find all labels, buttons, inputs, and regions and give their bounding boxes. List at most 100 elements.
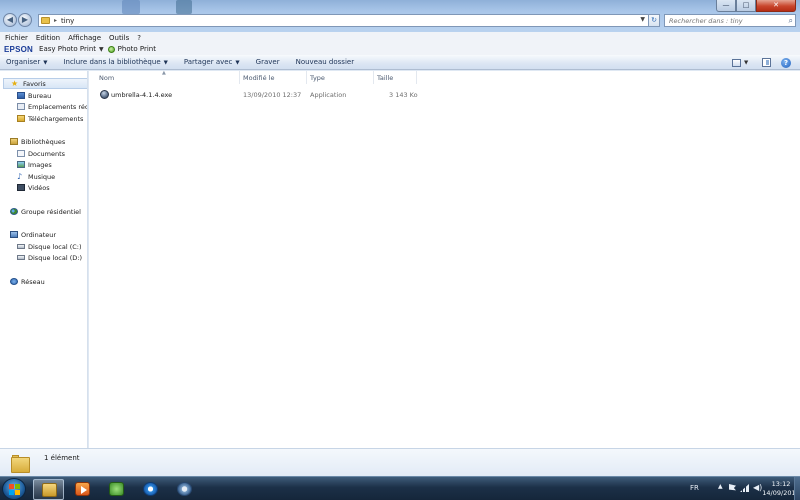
hard-drive-icon — [17, 244, 25, 249]
file-name: umbrella-4.1.4.exe — [111, 91, 173, 99]
nav-item-drive-c[interactable]: Disque local (C:) — [17, 241, 82, 252]
menu-view[interactable]: Affichage — [68, 34, 101, 42]
help-button[interactable]: ? — [781, 57, 791, 68]
nav-item-videos[interactable]: Vidéos — [17, 182, 50, 193]
view-icon — [732, 58, 741, 67]
nav-label: Vidéos — [28, 183, 50, 192]
minimize-button[interactable]: — — [716, 0, 736, 12]
column-header-modified[interactable]: Modifié le — [243, 74, 274, 83]
arrow-left-icon: ◀ — [6, 15, 14, 24]
menu-help[interactable]: ? — [137, 34, 141, 42]
nav-item-music[interactable]: ♪ Musique — [17, 171, 55, 182]
videos-icon — [17, 184, 25, 191]
new-folder-button[interactable]: Nouveau dossier — [296, 58, 355, 66]
details-pane: 1 élément — [0, 448, 800, 476]
nav-item-recent-places[interactable]: Emplacements récents — [17, 101, 87, 112]
navigation-pane[interactable]: ★ Favoris Bureau Emplacements récents Té… — [0, 71, 88, 448]
taskbar-app-button[interactable] — [169, 479, 200, 500]
images-icon — [17, 161, 25, 168]
taskbar-network-app-button[interactable] — [101, 479, 132, 500]
table-row[interactable]: umbrella-4.1.4.exe 13/09/2010 12:37 Appl… — [89, 90, 800, 100]
column-header-row: ▲ Nom Modifié le Type Taille — [89, 70, 800, 84]
nav-computer[interactable]: Ordinateur — [10, 229, 56, 240]
search-input[interactable] — [669, 16, 781, 25]
close-button[interactable]: ✕ — [756, 0, 796, 12]
photo-print-icon — [107, 45, 115, 53]
search-box[interactable]: ⌕ — [664, 14, 796, 27]
menu-file[interactable]: Fichier — [5, 34, 28, 42]
nav-label: Disque local (C:) — [28, 242, 82, 251]
media-player-icon — [75, 482, 90, 496]
system-tray: FR ▲ ◀) 13:12 14/09/2010 — [670, 477, 800, 500]
nav-homegroup[interactable]: Groupe résidentiel — [10, 206, 81, 217]
column-header-name[interactable]: Nom — [99, 74, 114, 83]
nav-item-desktop[interactable]: Bureau — [17, 90, 51, 101]
nav-item-images[interactable]: Images — [17, 159, 52, 170]
nav-label: Groupe résidentiel — [21, 207, 81, 216]
burn-button[interactable]: Graver — [256, 58, 280, 66]
chevron-down-icon: ▼ — [163, 60, 168, 66]
music-note-icon: ♪ — [17, 172, 23, 181]
organize-button[interactable]: Organiser ▼ — [6, 58, 47, 66]
nav-label: Ordinateur — [21, 230, 57, 239]
preview-pane-button[interactable] — [762, 57, 771, 68]
network-status-icon[interactable] — [740, 484, 749, 492]
background-window-ghost — [122, 0, 140, 14]
star-icon: ★ — [11, 79, 19, 88]
column-divider[interactable] — [373, 71, 374, 84]
file-size: 3 143 Ko — [389, 91, 418, 99]
network-icon — [10, 278, 18, 285]
nav-item-downloads[interactable]: Téléchargements — [17, 113, 83, 124]
forward-button[interactable]: ▶ — [18, 13, 32, 27]
show-desktop-button[interactable] — [794, 477, 800, 500]
include-library-button[interactable]: Inclure dans la bibliothèque ▼ — [63, 58, 167, 66]
menu-tools[interactable]: Outils — [109, 34, 129, 42]
folder-icon — [41, 17, 50, 24]
application-icon — [100, 90, 109, 99]
nav-item-drive-d[interactable]: Disque local (D:) — [17, 252, 82, 263]
help-icon: ? — [781, 57, 791, 68]
file-modified: 13/09/2010 12:37 — [243, 91, 302, 99]
easy-photo-print-button[interactable]: Easy Photo Print — [39, 45, 96, 53]
show-hidden-icons-icon[interactable]: ▲ — [718, 483, 723, 490]
nav-favorites[interactable]: ★ Favoris — [3, 78, 87, 89]
column-divider[interactable] — [306, 71, 307, 84]
application-icon — [177, 482, 192, 496]
file-list[interactable]: ▲ Nom Modifié le Type Taille umbrella-4.… — [89, 70, 800, 448]
window-controls: — □ ✕ — [716, 0, 796, 12]
epson-logo: EPSON — [4, 44, 34, 54]
nav-network[interactable]: Réseau — [10, 276, 45, 287]
chevron-right-icon[interactable]: ▸ — [54, 17, 57, 24]
search-icon[interactable]: ⌕ — [789, 16, 793, 26]
column-divider[interactable] — [239, 71, 240, 84]
column-header-type[interactable]: Type — [310, 74, 325, 83]
share-with-label: Partager avec — [183, 58, 233, 66]
photo-print-button[interactable]: Photo Print — [118, 45, 156, 53]
share-with-button[interactable]: Partager avec ▼ — [184, 58, 240, 66]
back-button[interactable]: ◀ — [3, 13, 17, 27]
volume-icon[interactable]: ◀) — [753, 483, 762, 492]
taskbar-ie-button[interactable] — [135, 479, 166, 500]
refresh-button[interactable]: ↻ — [648, 14, 660, 27]
command-bar: Organiser ▼ Inclure dans la bibliothèque ▼… — [0, 55, 800, 70]
breadcrumb-folder[interactable]: tiny — [61, 17, 74, 25]
chevron-down-icon[interactable]: ▼ — [99, 46, 104, 53]
network-app-icon — [109, 482, 124, 496]
action-center-flag-icon[interactable] — [729, 484, 736, 491]
taskbar-explorer-button[interactable] — [33, 479, 64, 500]
start-button[interactable] — [2, 478, 26, 500]
menu-edit[interactable]: Edition — [36, 34, 60, 42]
column-divider[interactable] — [416, 71, 417, 84]
maximize-button[interactable]: □ — [736, 0, 756, 12]
column-header-size[interactable]: Taille — [377, 74, 393, 83]
item-count: 1 élément — [44, 454, 80, 462]
nav-item-documents[interactable]: Documents — [17, 148, 65, 159]
nav-libraries[interactable]: Bibliothèques — [10, 136, 65, 147]
taskbar-media-player-button[interactable] — [67, 479, 98, 500]
desktop-icon — [17, 92, 25, 99]
address-dropdown-icon[interactable]: ▼ — [640, 16, 645, 23]
nav-label: Favoris — [23, 79, 46, 88]
view-options-button[interactable]: ▼ — [732, 57, 748, 68]
language-indicator[interactable]: FR — [690, 484, 699, 492]
address-bar[interactable]: ▸ tiny ▼ — [38, 14, 660, 27]
